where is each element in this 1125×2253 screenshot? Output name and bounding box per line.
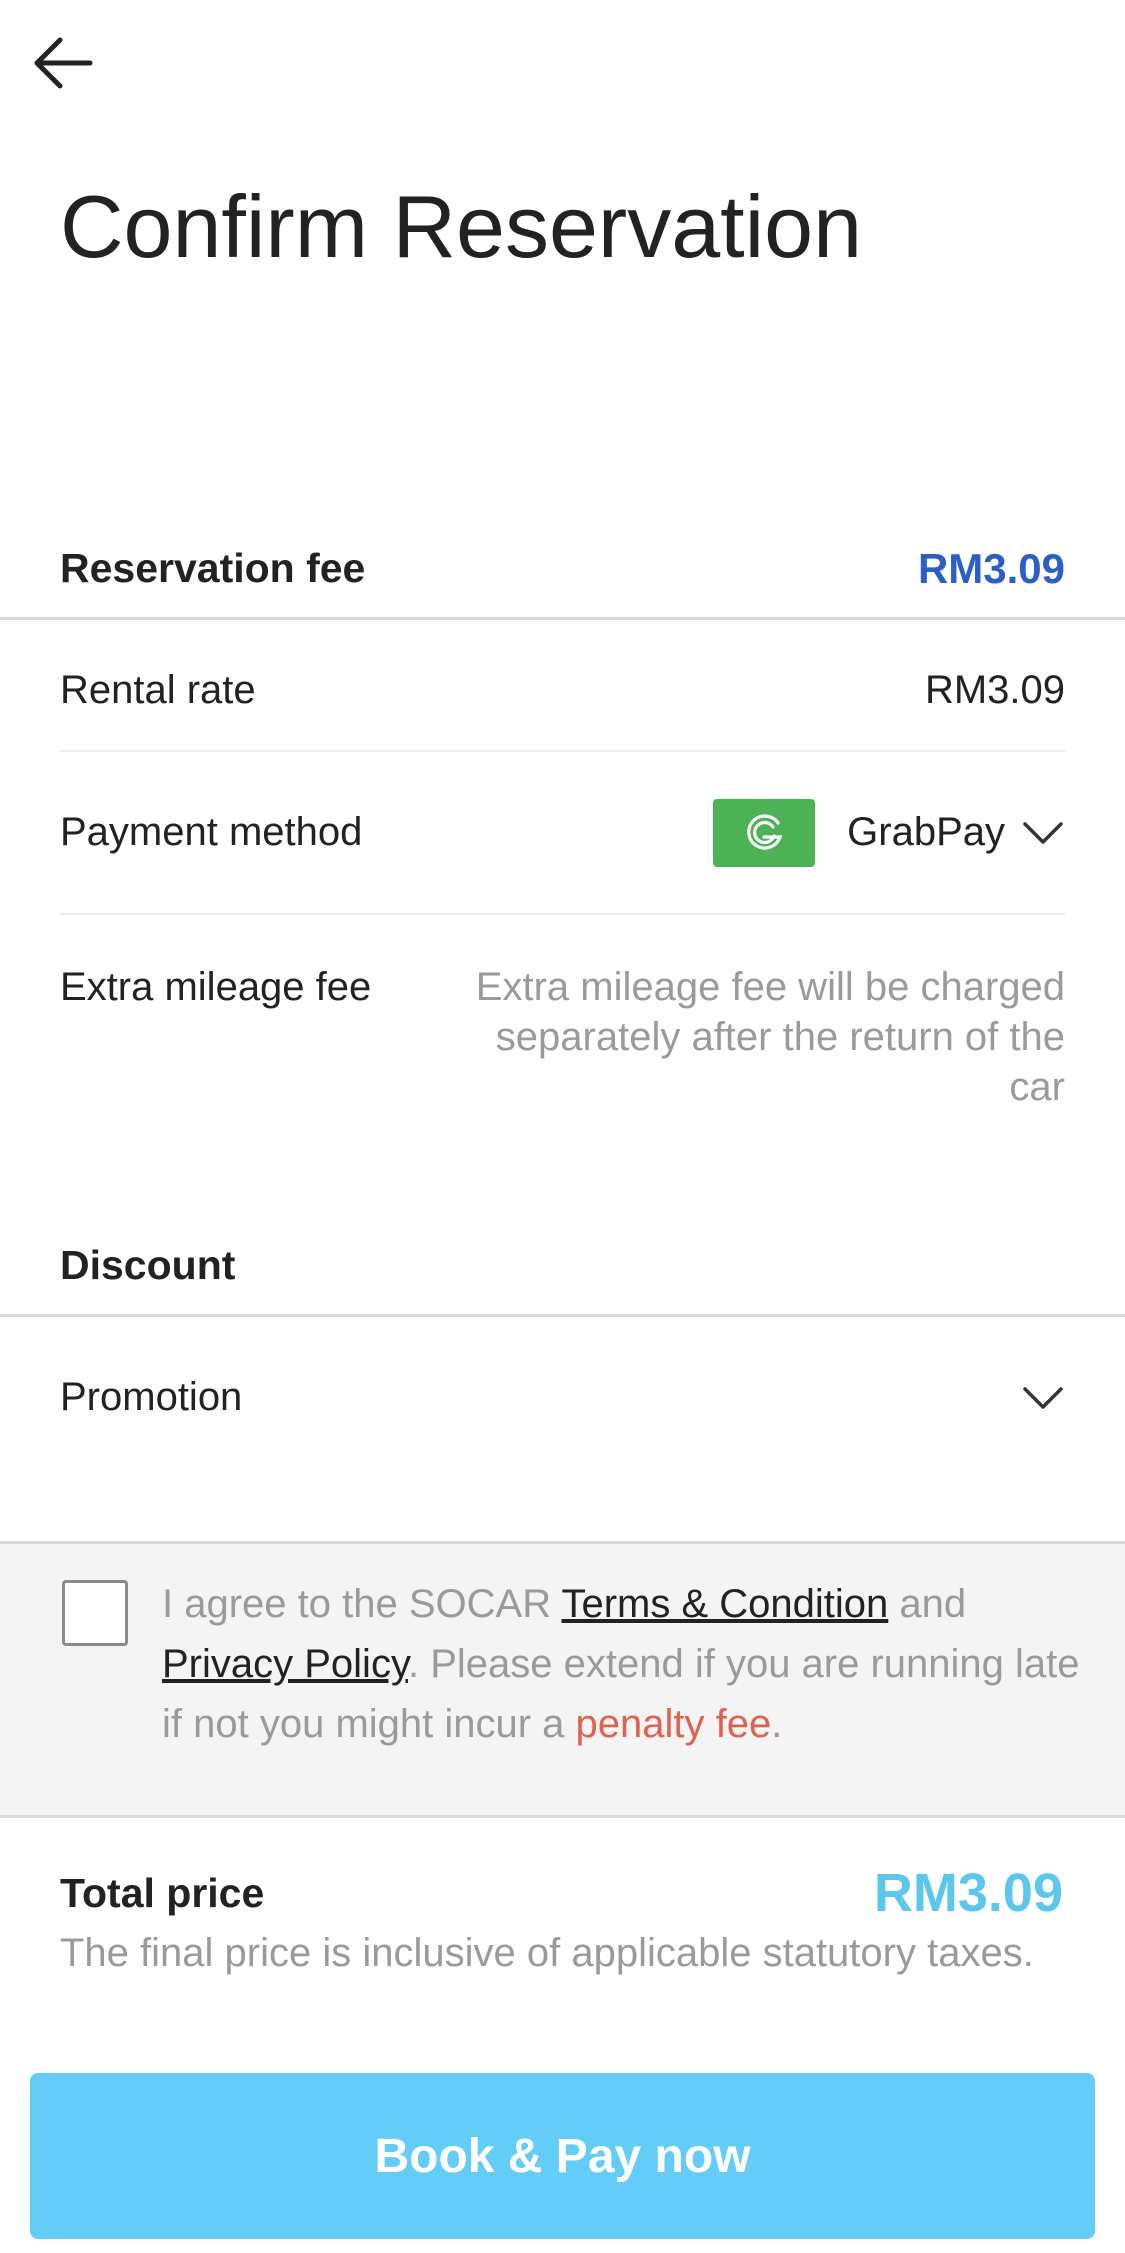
extra-mileage-label: Extra mileage fee xyxy=(60,965,372,1009)
rental-rate-label: Rental rate xyxy=(60,667,256,712)
agree-checkbox[interactable] xyxy=(62,1580,128,1646)
page-title: Confirm Reservation xyxy=(60,177,863,276)
extra-mileage-note: Extra mileage fee will be charged separa… xyxy=(475,965,1065,1109)
payment-method-selector[interactable]: GrabPay xyxy=(713,798,1065,867)
privacy-policy-link[interactable]: Privacy Policy xyxy=(162,1642,408,1686)
total-price-note: The final price is inclusive of applicab… xyxy=(60,1931,1034,1975)
payment-method-row[interactable]: Payment method GrabPay xyxy=(60,752,1065,915)
grab-logo-icon xyxy=(713,798,816,867)
arrow-left-icon xyxy=(30,30,96,101)
agreement-suffix: . xyxy=(771,1702,783,1746)
reservation-fee-label: Reservation fee xyxy=(60,545,366,591)
discount-label: Discount xyxy=(60,1242,236,1288)
total-price-amount: RM3.09 xyxy=(873,1863,1063,1923)
reservation-fee-amount: RM3.09 xyxy=(917,544,1065,592)
agreement-and: and xyxy=(888,1582,967,1626)
agreement-section: I agree to the SOCAR Terms & Condition a… xyxy=(0,1541,1125,1818)
payment-method-value: GrabPay xyxy=(847,810,1005,854)
chevron-down-icon[interactable] xyxy=(1005,1384,1065,1412)
reservation-fee-header: Reservation fee RM3.09 xyxy=(0,520,1125,620)
agreement-prefix: I agree to the SOCAR xyxy=(162,1582,562,1626)
rental-rate-value: RM3.09 xyxy=(924,667,1065,712)
book-and-pay-button[interactable]: Book & Pay now xyxy=(30,2073,1095,2239)
payment-method-label: Payment method xyxy=(60,810,363,854)
rental-rate-row: Rental rate RM3.09 xyxy=(60,630,1065,752)
agreement-text: I agree to the SOCAR Terms & Condition a… xyxy=(162,1574,1082,1754)
promotion-label: Promotion xyxy=(60,1375,243,1419)
discount-header: Discount xyxy=(0,1217,1125,1317)
back-button[interactable] xyxy=(28,30,98,100)
total-price-label: Total price xyxy=(60,1870,265,1916)
promotion-row[interactable]: Promotion xyxy=(60,1330,1065,1465)
terms-link[interactable]: Terms & Condition xyxy=(561,1582,888,1626)
penalty-fee-text: penalty fee xyxy=(575,1702,772,1746)
chevron-down-icon[interactable] xyxy=(1005,819,1065,847)
